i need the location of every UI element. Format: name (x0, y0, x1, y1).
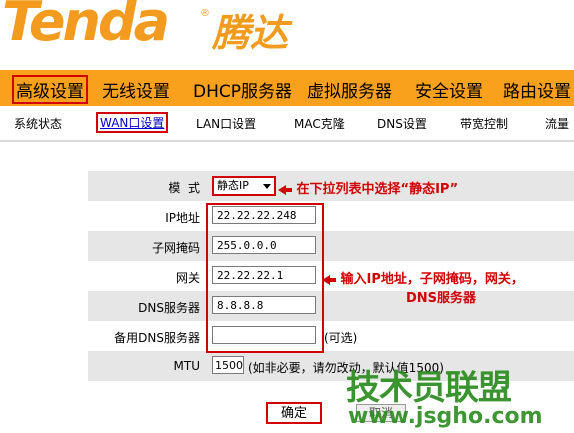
mode-label: 模 式 (168, 181, 200, 195)
sub-nav: 系统状态 WAN口设置 LAN口设置 MAC克隆 DNS设置 带宽控制 流量 (0, 106, 574, 142)
tenda-logo: Tenda (2, 0, 170, 53)
row-mask: 子网掩码 255.0.0.0 (88, 231, 574, 261)
watermark-title: 技术员联盟 (346, 368, 512, 408)
nav-wireless-settings[interactable]: 无线设置 (102, 77, 170, 102)
chevron-down-icon (263, 184, 271, 189)
inputs-highlight-box (206, 203, 324, 353)
row-dns: DNS服务器 8.8.8.8 (88, 291, 574, 321)
tab-dns-settings[interactable]: DNS设置 (377, 115, 427, 132)
ip-label: IP地址 (165, 211, 200, 225)
nav-route-settings[interactable]: 路由设置 (503, 77, 571, 102)
mask-label: 子网掩码 (151, 241, 200, 255)
nav-security-settings[interactable]: 安全设置 (415, 77, 483, 102)
gateway-label: 网关 (175, 271, 200, 285)
select-annotation: 在下拉列表中选择“静态IP” (278, 178, 458, 197)
select-annotation-text: 在下拉列表中选择“静态IP” (296, 182, 459, 197)
dns2-label: 备用DNS服务器 (114, 331, 200, 345)
nav-virtual-server[interactable]: 虚拟服务器 (307, 77, 392, 102)
inputs-annotation-line2: DNS服务器 (406, 291, 477, 306)
mtu-input[interactable]: 1500 (212, 356, 244, 374)
arrow-left-icon (278, 184, 292, 195)
confirm-button[interactable]: 确定 (266, 402, 322, 424)
dns-label: DNS服务器 (138, 301, 200, 315)
main-nav: 高级设置 无线设置 DHCP服务器 虚拟服务器 安全设置 路由设置 (0, 70, 574, 106)
tab-bandwidth-control[interactable]: 带宽控制 (460, 115, 508, 132)
watermark-url: www.jsgho.com (348, 404, 543, 429)
tab-traffic[interactable]: 流量 (545, 115, 569, 132)
mode-select-value: 静态IP (217, 179, 249, 192)
tab-lan-settings[interactable]: LAN口设置 (196, 115, 256, 132)
row-ip: IP地址 22.22.22.248 (88, 201, 574, 231)
tab-wan-settings[interactable]: WAN口设置 (96, 112, 169, 133)
row-dns2: 备用DNS服务器 (可选) (88, 321, 574, 351)
nav-dhcp-server[interactable]: DHCP服务器 (193, 77, 292, 102)
inputs-annotation: 输入IP地址，子网掩码，网关， (322, 268, 524, 287)
nav-advanced-settings[interactable]: 高级设置 (12, 75, 88, 104)
tenda-logo-cn: 腾达 (212, 11, 289, 55)
header-logo-area: Tenda ® 腾达 (0, 0, 574, 70)
tab-system-status[interactable]: 系统状态 (14, 115, 62, 132)
dns2-optional-hint: (可选) (324, 331, 358, 345)
arrow-left-icon (322, 274, 336, 285)
registered-mark: ® (200, 8, 210, 19)
mtu-label: MTU (173, 359, 200, 373)
mode-select[interactable]: 静态IP (212, 176, 276, 196)
inputs-annotation-line1: 输入IP地址，子网掩码，网关， (340, 272, 524, 287)
tab-mac-clone[interactable]: MAC克隆 (294, 115, 345, 132)
